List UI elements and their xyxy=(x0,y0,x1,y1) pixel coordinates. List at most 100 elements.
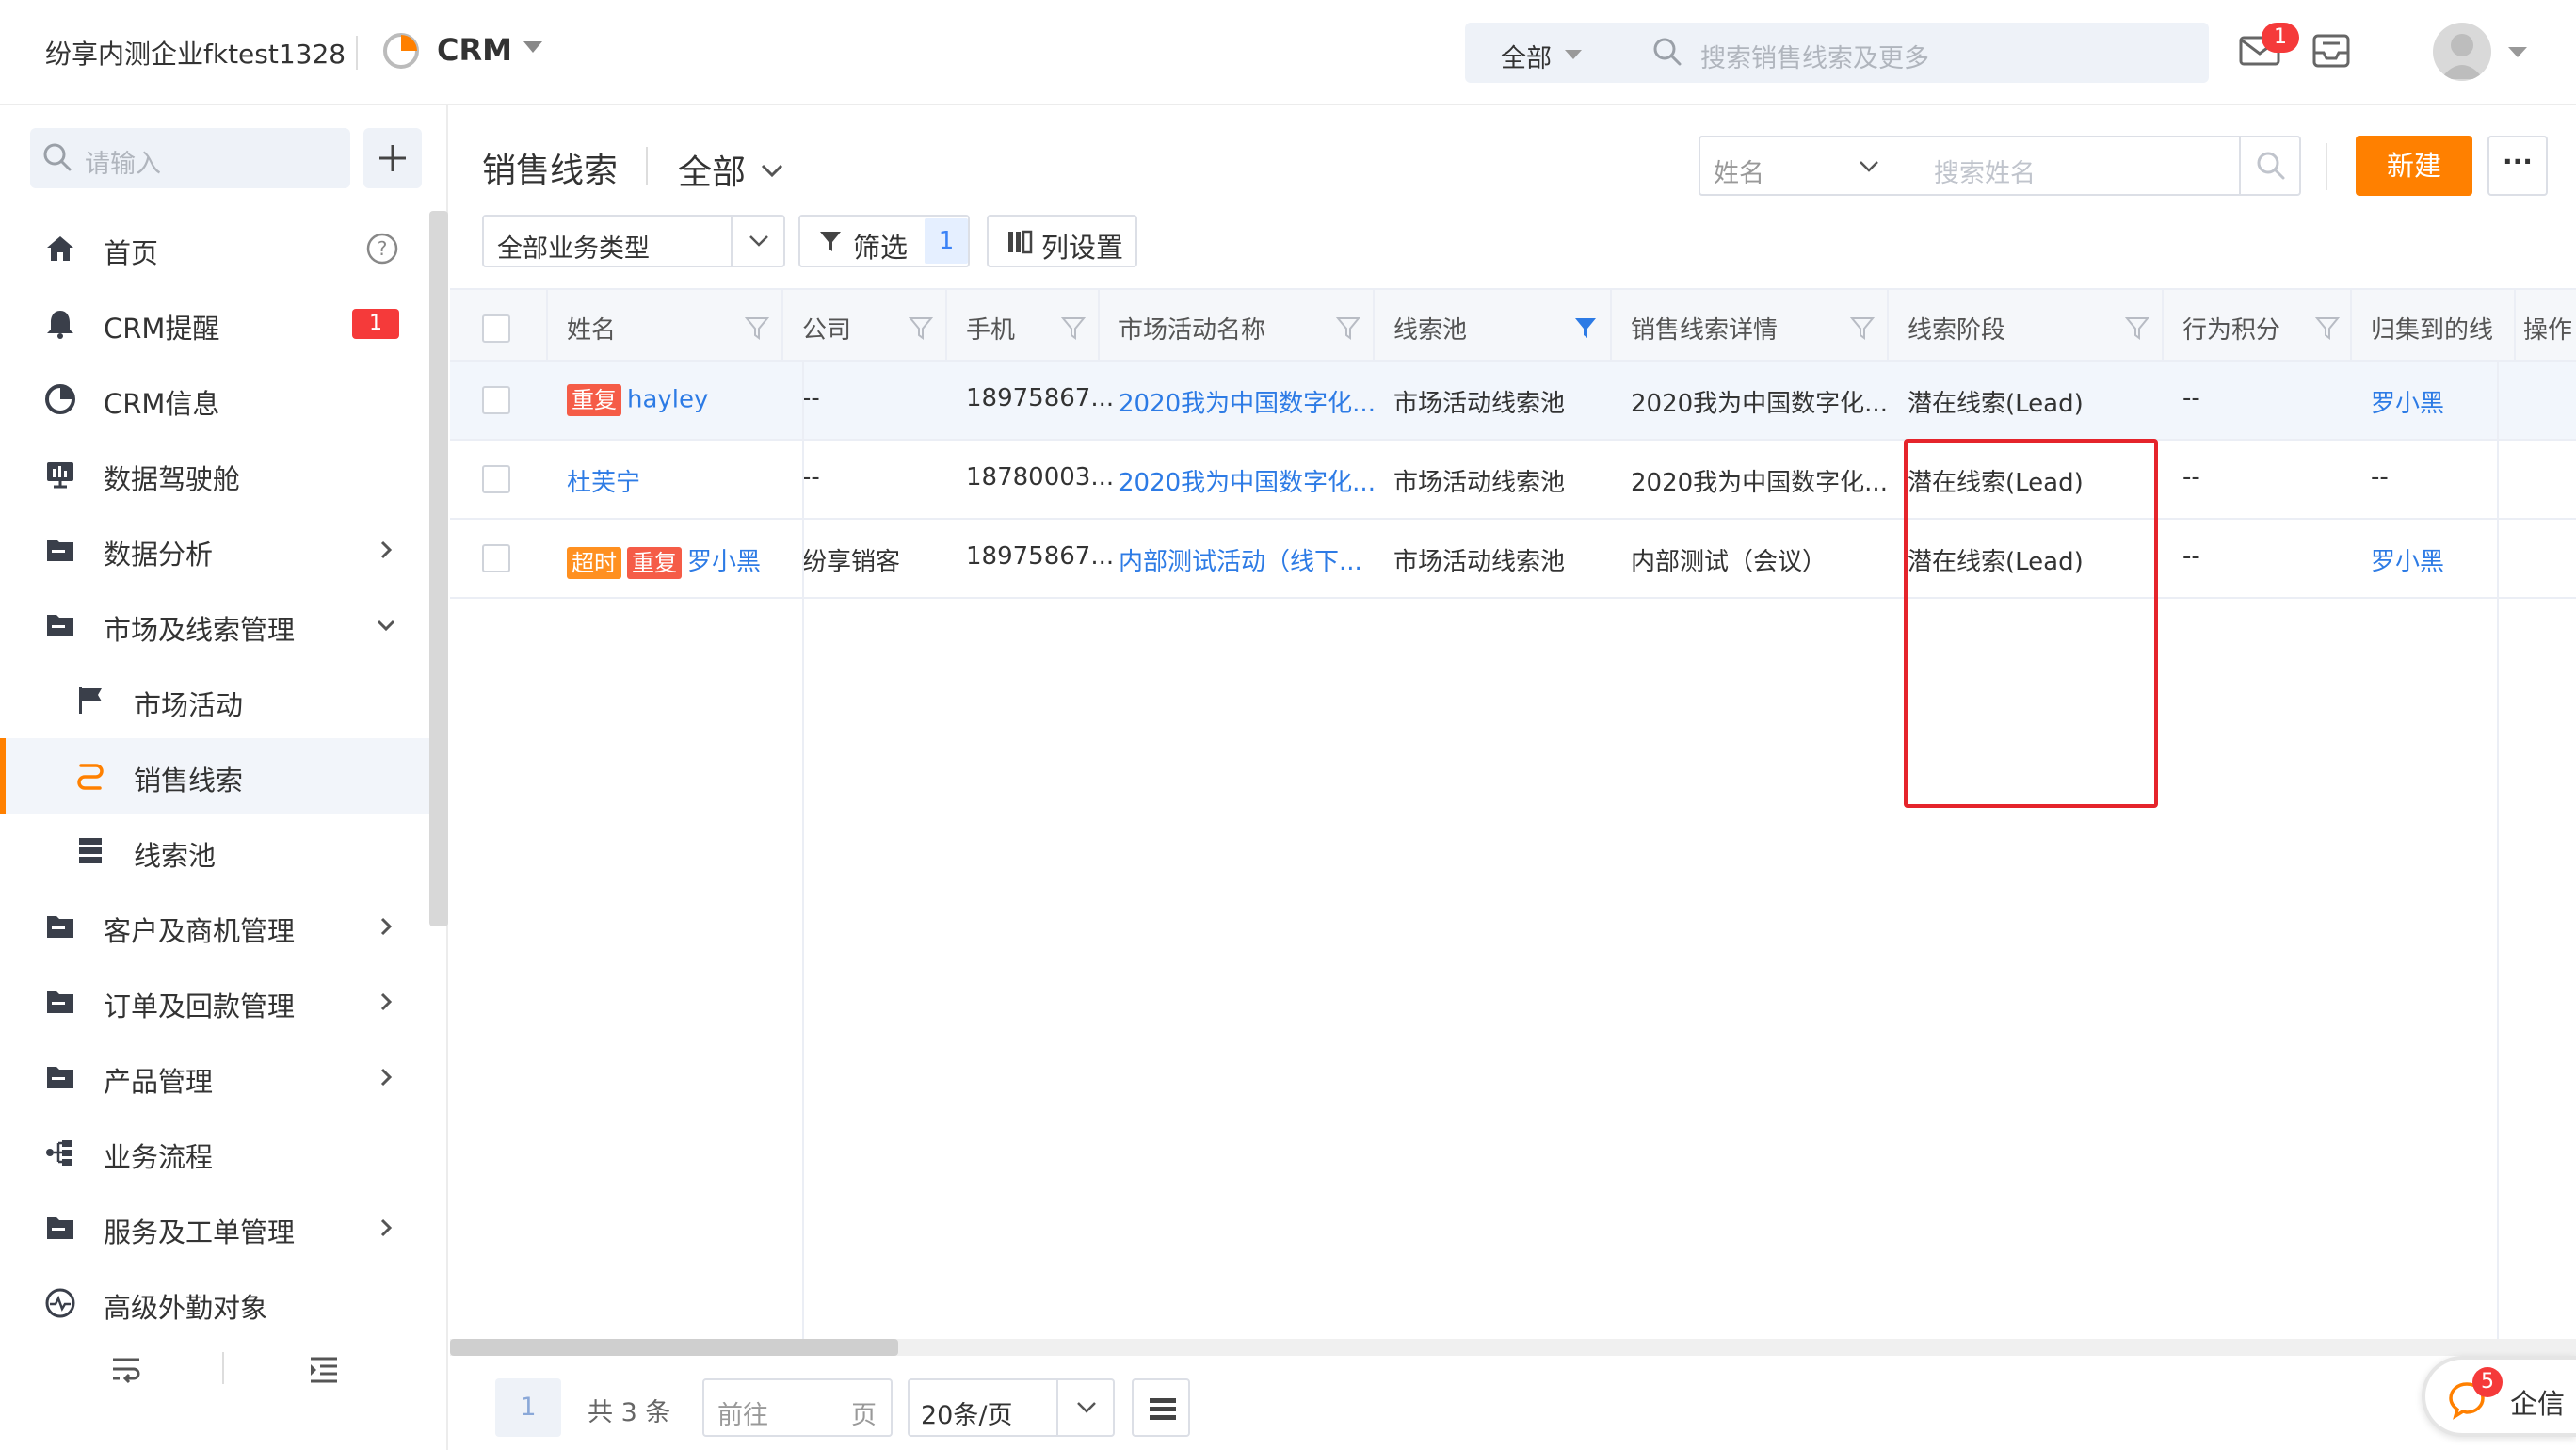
funnel-icon[interactable] xyxy=(908,314,934,341)
funnel-icon[interactable] xyxy=(1849,314,1876,341)
sidebar-item-home[interactable]: 首页 ? xyxy=(0,211,429,286)
select-all-checkbox[interactable] xyxy=(482,314,510,343)
funnel-icon[interactable] xyxy=(1060,314,1087,341)
chevron-right-icon[interactable] xyxy=(373,913,399,940)
sidebar-item-products[interactable]: 产品管理 xyxy=(0,1039,429,1115)
bell-icon xyxy=(47,311,73,339)
sidebar-item-lead-pool[interactable]: 线索池 xyxy=(0,814,429,889)
column-header-detail[interactable]: 销售线索详情 xyxy=(1612,290,1889,362)
lead-name-link[interactable]: 罗小黑 xyxy=(687,548,761,576)
collapse-menu-icon[interactable] xyxy=(305,1350,343,1388)
owner-link[interactable]: 罗小黑 xyxy=(2371,542,2444,577)
funnel-icon[interactable] xyxy=(744,314,770,341)
page-size-select[interactable]: 20条/页 xyxy=(908,1378,1115,1437)
sidebar-item-customer[interactable]: 客户及商机管理 xyxy=(0,889,429,964)
name-search-input[interactable]: 搜索姓名 xyxy=(1934,153,2036,189)
page-number-button[interactable]: 1 xyxy=(495,1378,561,1437)
column-header-score[interactable]: 行为积分 xyxy=(2164,290,2352,362)
sidebar-item-data-cockpit[interactable]: 数据驾驶舱 xyxy=(0,437,429,512)
sidebar-item-sales-leads[interactable]: 销售线索 xyxy=(0,738,429,814)
sidebar-item-orders[interactable]: 订单及回款管理 xyxy=(0,964,429,1039)
column-header-collected[interactable]: 归集到的线 xyxy=(2352,290,2516,362)
sidebar-scrollbar[interactable] xyxy=(429,211,448,926)
name-search[interactable]: 姓名 搜索姓名 xyxy=(1699,136,2301,196)
chevron-right-icon[interactable] xyxy=(373,1064,399,1090)
row-checkbox[interactable] xyxy=(482,544,510,572)
search-field-select[interactable]: 姓名 xyxy=(1714,153,1764,189)
column-header-company[interactable]: 公司 xyxy=(783,290,947,362)
filter-count-badge: 1 xyxy=(925,218,968,264)
view-selector[interactable]: 全部 xyxy=(678,145,746,194)
page-size-toggle[interactable] xyxy=(1056,1380,1113,1435)
name-cell-content: 重复 hayley xyxy=(567,384,708,416)
sidebar-item-service[interactable]: 服务及工单管理 xyxy=(0,1190,429,1265)
table-row[interactable]: 超时 重复 罗小黑 纷享销客 18975867... 内部测试活动（线下... 市场… xyxy=(450,520,2576,599)
search-scope-select[interactable]: 全部 xyxy=(1501,38,1552,74)
table-row[interactable]: 重复 hayley -- 18975867... 2020我为中国数字化... 市… xyxy=(450,362,2576,441)
lead-name-link[interactable]: hayley xyxy=(627,386,708,414)
company-name[interactable]: 纷享内测企业fktest1328 xyxy=(45,34,346,72)
detail-value: 内部测试（会议） xyxy=(1631,548,1827,576)
sidebar-item-campaign[interactable]: 市场活动 xyxy=(0,663,429,738)
campaign-link[interactable]: 内部测试活动（线下... xyxy=(1119,542,1362,577)
column-label: 行为积分 xyxy=(2182,316,2281,345)
chevron-down-icon[interactable] xyxy=(373,612,399,638)
business-type-select[interactable]: 全部业务类型 xyxy=(482,215,785,267)
sidebar-item-marketing[interactable]: 市场及线索管理 xyxy=(0,588,429,663)
search-button[interactable] xyxy=(2239,137,2299,194)
goto-page-input[interactable]: 前往 页 xyxy=(702,1378,893,1437)
row-checkbox[interactable] xyxy=(482,465,510,493)
dashboard-icon xyxy=(47,462,73,489)
row-checkbox[interactable] xyxy=(482,386,510,414)
global-search-input[interactable]: 搜索销售线索及更多 xyxy=(1700,38,1929,74)
global-search[interactable]: 全部 搜索销售线索及更多 xyxy=(1465,23,2209,83)
divider xyxy=(222,1352,224,1384)
help-icon[interactable]: ? xyxy=(365,232,399,266)
app-switcher[interactable]: CRM xyxy=(437,32,512,68)
campaign-link[interactable]: 2020我为中国数字化... xyxy=(1119,384,1376,419)
sidebar-search-input[interactable]: 请输入 xyxy=(85,143,161,180)
owner-link[interactable]: 罗小黑 xyxy=(2371,384,2444,419)
caret-down-icon[interactable] xyxy=(1565,50,1582,59)
chevron-right-icon[interactable] xyxy=(373,989,399,1015)
funnel-icon[interactable] xyxy=(2124,314,2150,341)
column-header-phone[interactable]: 手机 xyxy=(947,290,1100,362)
funnel-active-icon[interactable] xyxy=(1572,314,1599,341)
add-menu-button[interactable] xyxy=(363,128,422,188)
column-header-name[interactable]: 姓名 xyxy=(548,290,783,362)
detail-cell: 2020我为中国数字化... xyxy=(1612,441,1889,518)
funnel-icon[interactable] xyxy=(1335,314,1361,341)
chevron-down-icon[interactable] xyxy=(1855,153,1883,181)
campaign-link[interactable]: 2020我为中国数字化... xyxy=(1119,463,1376,498)
sidebar-item-workflow[interactable]: 业务流程 xyxy=(0,1115,429,1190)
column-settings-button[interactable]: 列设置 xyxy=(987,215,1137,267)
caret-down-icon[interactable] xyxy=(2508,47,2527,57)
avatar[interactable] xyxy=(2433,23,2491,81)
sidebar-item-crm-info[interactable]: CRM信息 xyxy=(0,362,429,437)
chevron-down-icon[interactable] xyxy=(757,156,787,186)
table-row[interactable]: 杜芙宁 -- 18780003... 2020我为中国数字化... 市场活动线索… xyxy=(450,441,2576,520)
horizontal-scrollbar[interactable] xyxy=(450,1339,2576,1356)
chevron-right-icon[interactable] xyxy=(373,1215,399,1241)
stage-value: 潜在线索(Lead) xyxy=(1908,469,2084,497)
sidebar-item-data-analysis[interactable]: 数据分析 xyxy=(0,512,429,588)
column-label: 销售线索详情 xyxy=(1631,316,1779,345)
column-header-stage[interactable]: 线索阶段 xyxy=(1889,290,2164,362)
new-button[interactable]: 新建 xyxy=(2356,136,2472,196)
more-button[interactable]: ··· xyxy=(2487,136,2548,196)
scrollbar-thumb[interactable] xyxy=(450,1339,898,1356)
column-header-campaign[interactable]: 市场活动名称 xyxy=(1100,290,1375,362)
business-type-toggle[interactable] xyxy=(731,217,783,266)
lead-name-link[interactable]: 杜芙宁 xyxy=(567,463,640,498)
filter-button[interactable]: 筛选 1 xyxy=(798,215,970,267)
funnel-icon[interactable] xyxy=(2314,314,2341,341)
chevron-right-icon[interactable] xyxy=(373,537,399,563)
inbox-icon[interactable] xyxy=(2309,28,2354,73)
sidebar-item-crm-reminder[interactable]: CRM提醒 1 xyxy=(0,286,429,362)
wrap-icon[interactable] xyxy=(107,1350,145,1388)
sidebar-search[interactable]: 请输入 xyxy=(30,128,350,188)
qixin-chat-button[interactable]: 5 企信 xyxy=(2422,1356,2576,1437)
caret-down-icon[interactable] xyxy=(523,41,542,53)
list-density-button[interactable] xyxy=(1132,1378,1190,1437)
column-header-pool[interactable]: 线索池 xyxy=(1375,290,1612,362)
